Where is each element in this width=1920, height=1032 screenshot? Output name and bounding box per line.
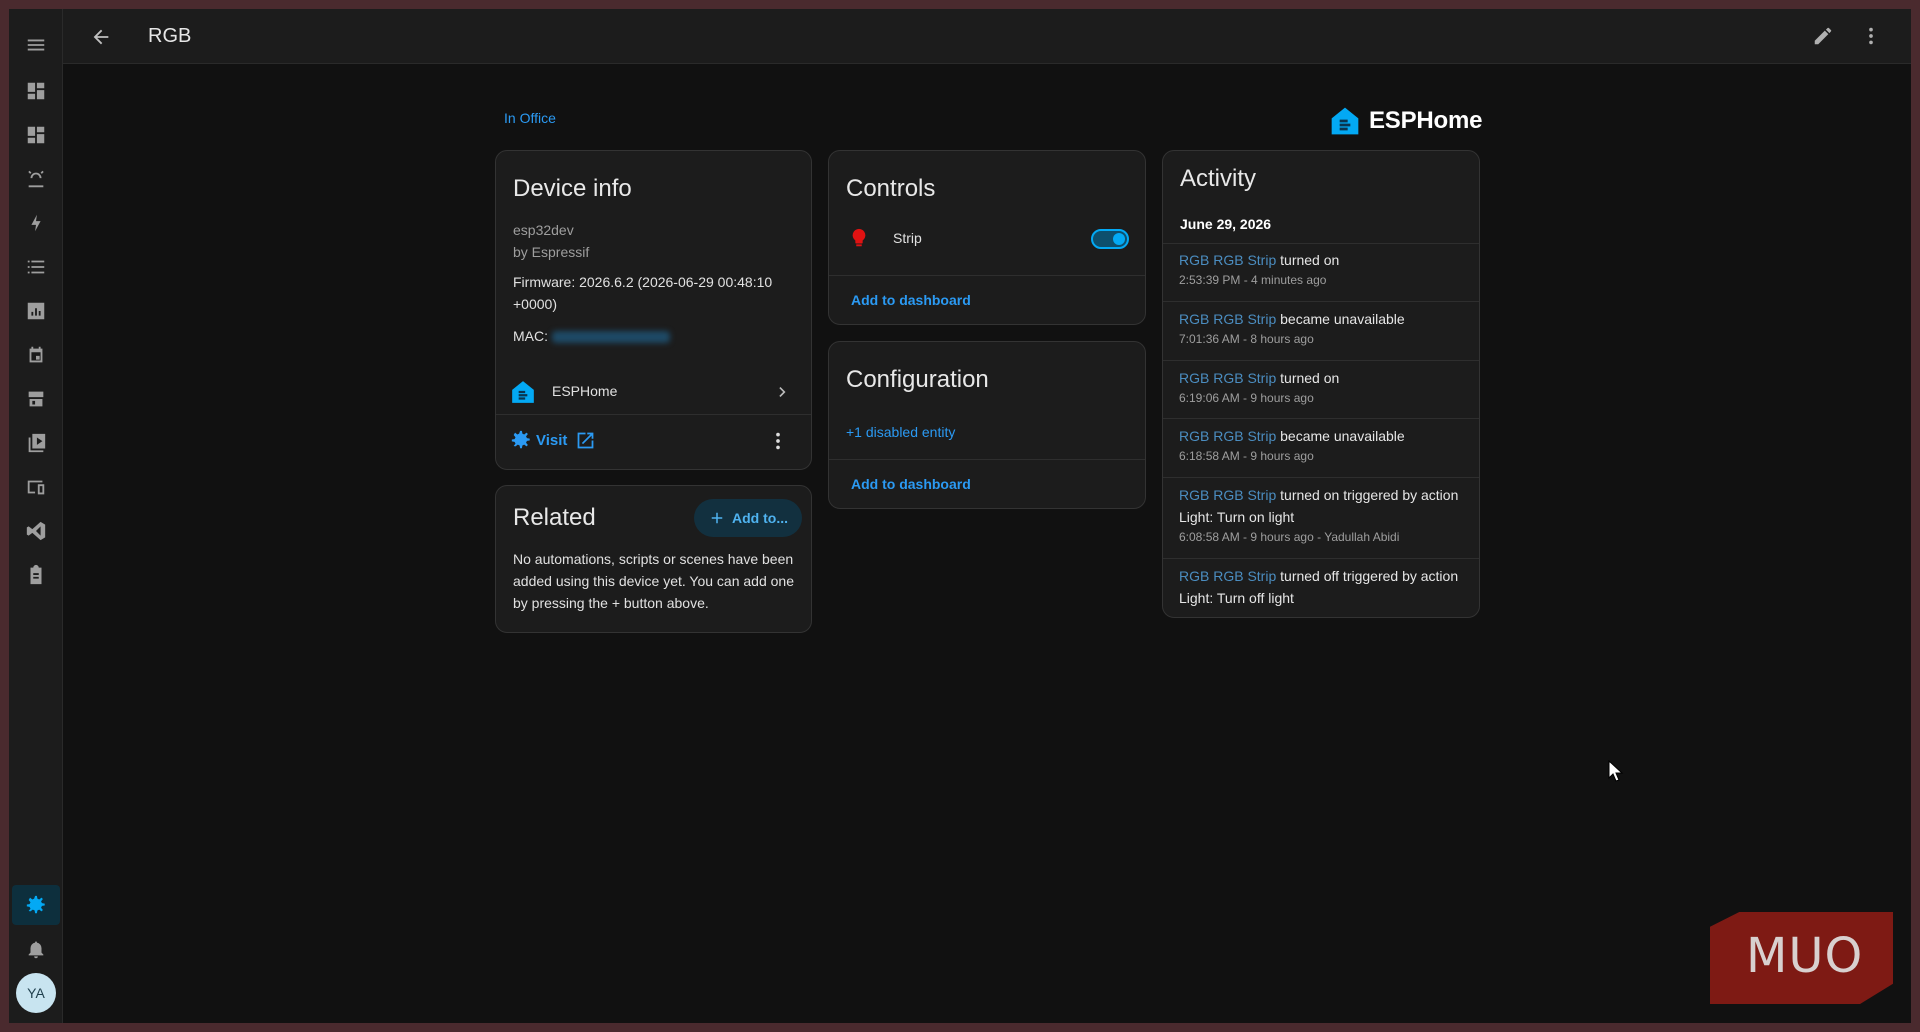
sidebar: YA: [9, 9, 63, 1023]
logbook-icon[interactable]: [12, 247, 60, 287]
menu-icon[interactable]: [12, 25, 60, 65]
dashboard-icon[interactable]: [12, 115, 60, 155]
activity-action: became unavailable: [1280, 311, 1405, 327]
plus-icon: [711, 512, 723, 524]
vscode-icon[interactable]: [12, 511, 60, 551]
configuration-card: Configuration +1 disabled entity Add to …: [828, 341, 1146, 509]
chevron-right-icon: [779, 387, 786, 397]
card-title: Related: [513, 504, 596, 531]
mac-value-blurred: [551, 331, 670, 344]
energy-icon[interactable]: [12, 203, 60, 243]
brand-name: ESPHome: [1369, 107, 1483, 134]
card-title: Configuration: [846, 366, 989, 393]
device-mac: MAC:: [513, 325, 670, 347]
card-title: Activity: [1180, 165, 1257, 192]
overview-icon[interactable]: [12, 71, 60, 111]
weather-icon[interactable]: [12, 159, 60, 199]
entity-link[interactable]: RGB RGB Strip: [1179, 487, 1276, 503]
hacs-icon[interactable]: [12, 379, 60, 419]
activity-date: June 29, 2026: [1180, 216, 1272, 232]
avatar[interactable]: YA: [16, 973, 56, 1013]
entity-link[interactable]: RGB RGB Strip: [1179, 428, 1276, 444]
activity-action: became unavailable: [1280, 428, 1405, 444]
entity-name[interactable]: Strip: [893, 230, 922, 246]
add-to-dashboard-button[interactable]: Add to dashboard: [851, 292, 971, 308]
activity-trigger: Light: Turn on light: [1179, 509, 1295, 525]
muo-watermark: MUO: [1710, 912, 1893, 1004]
mouse-cursor-icon: [1608, 760, 1624, 782]
entity-link[interactable]: RGB RGB Strip: [1179, 568, 1276, 584]
integration-name: ESPHome: [552, 383, 618, 399]
area-link[interactable]: In Office: [504, 110, 556, 126]
list-item[interactable]: RGB RGB Strip became unavailable 7:01:36…: [1163, 308, 1479, 348]
clipboard-icon[interactable]: [12, 555, 60, 595]
activity-card: Activity June 29, 2026 RGB RGB Strip tur…: [1162, 150, 1480, 618]
lightbulb-icon[interactable]: [848, 227, 870, 249]
activity-time: 7:01:36 AM - 8 hours ago: [1179, 332, 1314, 346]
top-bar: RGB: [63, 9, 1911, 64]
entity-link[interactable]: RGB RGB Strip: [1179, 370, 1276, 386]
disabled-entities-link[interactable]: +1 disabled entity: [846, 424, 955, 440]
watermark-text: MUO: [1746, 928, 1864, 984]
media-icon[interactable]: [12, 423, 60, 463]
add-to-label: Add to...: [732, 510, 788, 526]
mac-label: MAC:: [513, 328, 548, 344]
related-empty-text: No automations, scripts or scenes have b…: [513, 551, 794, 611]
app-window: YA RGB In Office ESPHome Device info esp…: [9, 9, 1911, 1023]
calendar-icon[interactable]: [12, 335, 60, 375]
related-card: Related Add to... No automations, script…: [495, 485, 812, 633]
history-icon[interactable]: [12, 291, 60, 331]
activity-action: turned off triggered by action: [1280, 568, 1459, 584]
activity-trigger: Light: Turn off light: [1179, 590, 1294, 606]
integration-row[interactable]: ESPHome: [496, 369, 811, 413]
entity-link[interactable]: RGB RGB Strip: [1179, 252, 1276, 268]
settings-icon[interactable]: [12, 885, 60, 925]
page-title: RGB: [148, 25, 192, 47]
list-item[interactable]: RGB RGB Strip turned on triggered by act…: [1163, 484, 1479, 546]
gear-icon: [511, 430, 530, 449]
back-arrow-icon[interactable]: [90, 26, 112, 48]
notifications-icon[interactable]: [12, 929, 60, 969]
activity-action: turned on: [1280, 252, 1340, 268]
devices-icon[interactable]: [12, 467, 60, 507]
list-item[interactable]: RGB RGB Strip turned off triggered by ac…: [1163, 565, 1479, 609]
entity-link[interactable]: RGB RGB Strip: [1179, 311, 1276, 327]
esphome-icon: [512, 381, 534, 403]
activity-action: turned on triggered by action: [1280, 487, 1459, 503]
list-item[interactable]: RGB RGB Strip turned on 2:53:39 PM - 4 m…: [1163, 249, 1479, 289]
esphome-logo-icon: [1331, 107, 1359, 135]
integration-brand: ESPHome: [1329, 105, 1483, 137]
pencil-icon[interactable]: [1812, 25, 1834, 47]
activity-time: 2:53:39 PM - 4 minutes ago: [1179, 273, 1327, 287]
card-title: Device info: [513, 175, 632, 202]
device-manufacturer: by Espressif: [513, 244, 590, 260]
more-vert-icon[interactable]: [1860, 25, 1882, 47]
add-to-dashboard-button[interactable]: Add to dashboard: [851, 476, 971, 492]
activity-time: 6:19:06 AM - 9 hours ago: [1179, 391, 1314, 405]
activity-action: turned on: [1280, 370, 1340, 386]
device-firmware: Firmware: 2026.6.2 (2026-06-29 00:48:10 …: [513, 274, 773, 312]
list-item[interactable]: RGB RGB Strip became unavailable 6:18:58…: [1163, 425, 1479, 465]
add-to-button[interactable]: Add to...: [694, 499, 802, 537]
visit-label: Visit: [536, 431, 568, 449]
strip-toggle[interactable]: [1091, 229, 1129, 249]
controls-card: Controls Strip Add to dashboard: [828, 150, 1146, 325]
activity-time: 6:18:58 AM - 9 hours ago: [1179, 449, 1314, 463]
activity-time: 6:08:58 AM - 9 hours ago - Yadullah Abid…: [1179, 530, 1400, 544]
card-title: Controls: [846, 175, 936, 202]
list-item[interactable]: RGB RGB Strip turned on 6:19:06 AM - 9 h…: [1163, 367, 1479, 407]
more-vert-icon[interactable]: [767, 430, 789, 452]
device-info-card: Device info esp32dev by Espressif Firmwa…: [495, 150, 812, 470]
device-model: esp32dev: [513, 222, 574, 238]
visit-link[interactable]: Visit: [510, 429, 596, 451]
open-in-new-icon: [578, 432, 594, 448]
